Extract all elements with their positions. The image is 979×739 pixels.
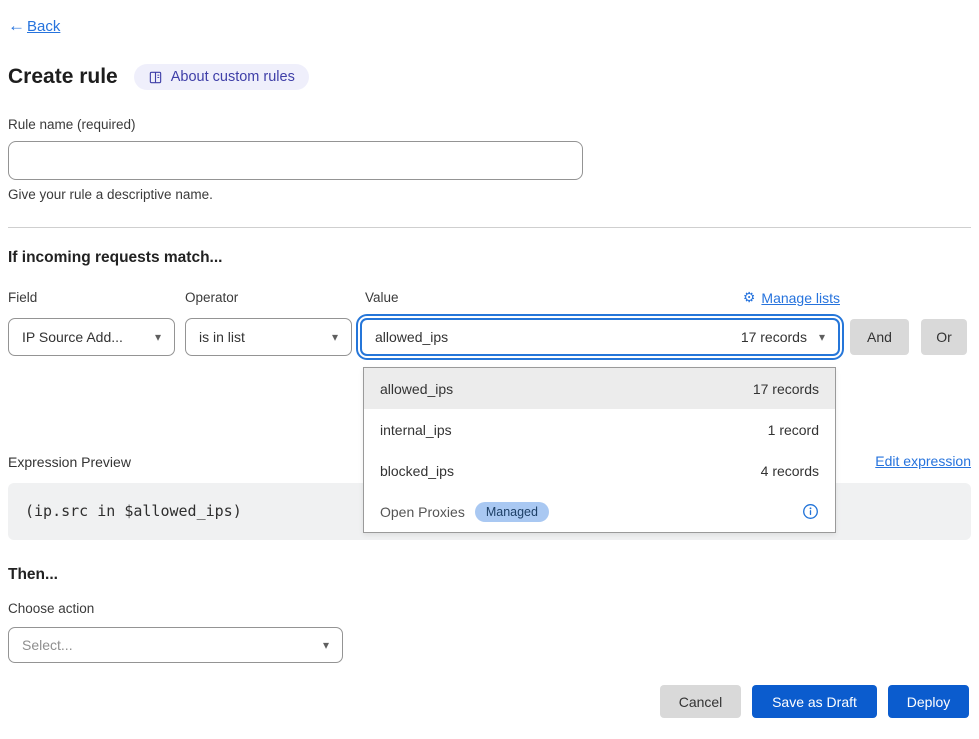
and-button[interactable]: And — [850, 319, 909, 355]
create-rule-page: ←Back Create rule About custom rules Rul… — [0, 0, 979, 739]
list-record-count: 17 records — [753, 381, 819, 397]
back-label: Back — [27, 18, 60, 35]
field-select-value: IP Source Add... — [22, 329, 123, 345]
value-label: Value — [365, 290, 399, 305]
value-select-meta: 17 records — [741, 329, 807, 345]
about-custom-rules-link[interactable]: About custom rules — [134, 64, 309, 90]
value-select[interactable]: allowed_ips 17 records ▾ — [360, 318, 840, 356]
title-row: Create rule About custom rules — [8, 64, 309, 90]
dropdown-item-allowed-ips[interactable]: allowed_ips 17 records — [364, 368, 835, 409]
cancel-button[interactable]: Cancel — [660, 685, 741, 718]
list-name: allowed_ips — [380, 381, 453, 397]
match-section-heading: If incoming requests match... — [8, 249, 222, 267]
save-as-draft-button[interactable]: Save as Draft — [752, 685, 877, 718]
rule-name-input[interactable] — [8, 141, 583, 180]
action-select-placeholder: Select... — [22, 637, 73, 653]
operator-select[interactable]: is in list ▾ — [185, 318, 352, 356]
list-name: internal_ips — [380, 422, 452, 438]
dropdown-item-internal-ips[interactable]: internal_ips 1 record — [364, 409, 835, 450]
manage-lists-link[interactable]: ⚙ Manage lists — [743, 289, 840, 306]
managed-badge: Managed — [475, 502, 549, 522]
expression-preview-label: Expression Preview — [8, 454, 131, 470]
operator-label: Operator — [185, 290, 238, 305]
list-record-count: 4 records — [761, 463, 819, 479]
info-icon[interactable] — [802, 503, 819, 520]
field-select[interactable]: IP Source Add... ▾ — [8, 318, 175, 356]
back-link[interactable]: ←Back — [8, 16, 60, 36]
value-select-value: allowed_ips — [375, 329, 448, 345]
chevron-down-icon: ▾ — [323, 638, 329, 652]
list-name: Open Proxies — [380, 504, 465, 520]
gear-icon: ⚙ — [743, 289, 756, 306]
then-section-heading: Then... — [8, 566, 58, 584]
expression-code: (ip.src in $allowed_ips) — [25, 483, 242, 540]
book-icon — [148, 70, 163, 85]
dropdown-item-blocked-ips[interactable]: blocked_ips 4 records — [364, 450, 835, 491]
operator-select-value: is in list — [199, 329, 245, 345]
back-arrow-icon: ← — [8, 16, 25, 36]
manage-lists-label: Manage lists — [761, 290, 840, 306]
chevron-down-icon: ▾ — [819, 330, 825, 344]
chevron-down-icon: ▾ — [155, 330, 161, 344]
rule-name-label: Rule name (required) — [8, 117, 136, 132]
page-title: Create rule — [8, 65, 118, 89]
action-select[interactable]: Select... ▾ — [8, 627, 343, 663]
list-record-count: 1 record — [768, 422, 819, 438]
deploy-button[interactable]: Deploy — [888, 685, 969, 718]
or-button[interactable]: Or — [921, 319, 967, 355]
value-dropdown-menu: allowed_ips 17 records internal_ips 1 re… — [363, 367, 836, 533]
list-name: blocked_ips — [380, 463, 454, 479]
chevron-down-icon: ▾ — [332, 330, 338, 344]
edit-expression-link[interactable]: Edit expression — [875, 453, 971, 469]
field-label: Field — [8, 290, 37, 305]
section-divider — [8, 227, 971, 228]
choose-action-label: Choose action — [8, 601, 94, 616]
rule-name-help: Give your rule a descriptive name. — [8, 187, 213, 202]
dropdown-item-open-proxies[interactable]: Open Proxies Managed — [364, 491, 835, 532]
about-custom-rules-label: About custom rules — [171, 69, 295, 85]
